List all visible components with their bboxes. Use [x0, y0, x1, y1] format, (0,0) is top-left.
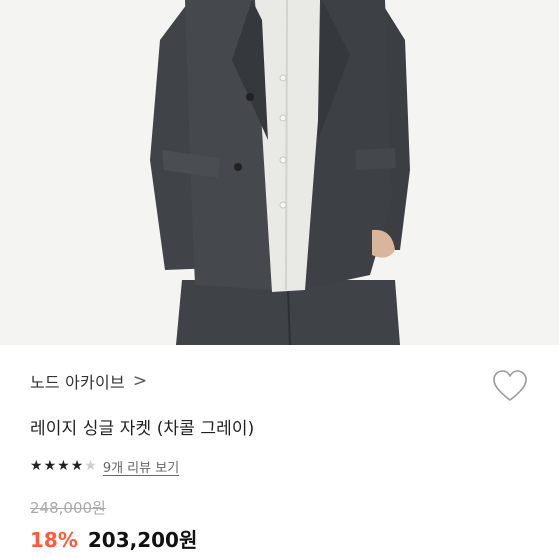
brand-link[interactable]: 노드 아카이브 > [30, 367, 147, 395]
brand-name: 노드 아카이브 [30, 373, 125, 392]
product-photo-jacket [0, 0, 559, 345]
product-image[interactable] [0, 0, 559, 345]
heart-outline-icon [493, 370, 527, 401]
rating-row: ★ ★ ★ ★ ★ 9개 리뷰 보기 [30, 455, 179, 477]
product-title: 레이지 싱글 자켓 (차콜 그레이) [30, 419, 255, 439]
price-row: 18% 203,200원 [30, 524, 197, 553]
star-empty-icon: ★ [84, 458, 97, 474]
review-link[interactable]: 9개 리뷰 보기 [103, 457, 179, 476]
discount-rate: 18% [30, 528, 78, 552]
star-filled-icon: ★ [70, 458, 84, 474]
wishlist-button[interactable] [490, 366, 530, 406]
star-filled-icon: ★ [57, 458, 70, 474]
final-price: 203,200원 [87, 528, 198, 552]
chevron-right-icon: > [132, 370, 148, 391]
star-filled-icon: ★ [30, 458, 43, 474]
rating-stars: ★ ★ ★ ★ ★ [30, 459, 97, 473]
original-price: 248,000원 [30, 499, 106, 517]
star-filled-icon: ★ [43, 458, 57, 474]
